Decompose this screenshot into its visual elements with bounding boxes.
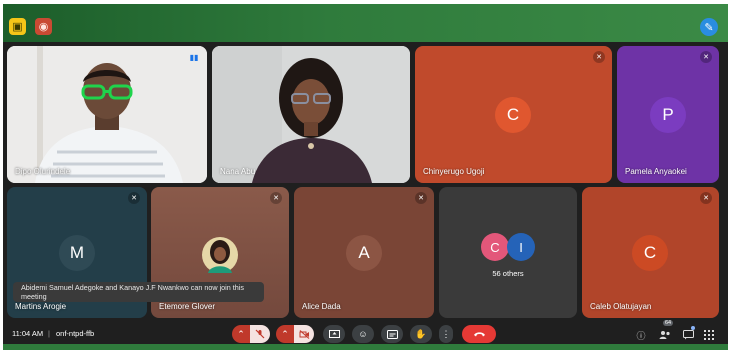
others-count-label: 56 others <box>492 269 524 278</box>
mic-muted-icon: ✕ <box>700 51 712 63</box>
bottom-border <box>3 344 728 350</box>
people-glyph <box>659 331 670 339</box>
reactions-button[interactable]: ☺ <box>352 325 374 343</box>
avatar: A <box>346 235 382 271</box>
edit-pen-icon[interactable]: ✎ <box>700 18 718 36</box>
participant-name: Etemore Glover <box>159 302 216 311</box>
top-bar <box>3 4 728 42</box>
people-count-badge: 64 <box>663 320 674 326</box>
meeting-window: ▣ ◉ ✎ Dipo Olurindele ▮▮ Nana Abu C ✕ Ch… <box>3 4 728 350</box>
chat-unread-dot <box>691 326 695 330</box>
captions-button[interactable] <box>381 325 403 343</box>
avatar: C <box>632 235 668 271</box>
activities-icon[interactable] <box>703 329 715 341</box>
raise-hand-button[interactable]: ✋ <box>410 325 432 343</box>
video-options-button[interactable]: ⌃ <box>276 325 294 343</box>
participant-tile-chinyerugo[interactable]: C ✕ Chinyerugo Ugoji <box>415 46 612 183</box>
chat-icon[interactable] <box>682 329 694 341</box>
mic-off-icon <box>255 329 265 339</box>
meeting-time: 11:04 AM <box>12 329 44 338</box>
participant-name: Chinyerugo Ugoji <box>423 167 485 176</box>
leave-call-button[interactable] <box>462 325 496 343</box>
mic-muted-icon: ✕ <box>593 51 605 63</box>
mic-off-button[interactable] <box>250 325 270 343</box>
participant-video <box>7 46 207 183</box>
present-screen-button[interactable] <box>323 325 345 343</box>
participant-tile-nana[interactable]: Nana Abu <box>212 46 410 183</box>
captions-icon <box>386 329 398 339</box>
avatar: C <box>481 233 509 261</box>
camera-off-icon <box>299 329 309 339</box>
mic-muted-icon: ✕ <box>270 192 282 204</box>
meeting-info-icon[interactable]: ⓘ <box>635 329 647 341</box>
control-bar: 11:04 AM | onf-ntpd-ffb ⌃ ⌃ ☺ ✋ ⋮ ⓘ 64 <box>3 320 728 345</box>
more-options-button[interactable]: ⋮ <box>439 325 453 343</box>
chat-glyph <box>682 330 694 340</box>
join-notification: Abidemi Samuel Adegoke and Kanayo J.F Nw… <box>13 282 264 302</box>
mic-muted-icon: ✕ <box>128 192 140 204</box>
participant-name: Dipo Olurindele <box>15 167 71 176</box>
avatar: M <box>59 235 95 271</box>
speaking-indicator-icon: ▮▮ <box>189 52 199 62</box>
participant-name: Nana Abu <box>220 167 256 176</box>
participant-name: Alice Dada <box>302 302 341 311</box>
avatar: I <box>507 233 535 261</box>
record-icon[interactable]: ◉ <box>35 18 52 35</box>
participant-tile-pamela[interactable]: P ✕ Pamela Anyaokei <box>617 46 719 183</box>
people-icon[interactable] <box>659 329 671 341</box>
participant-name: Caleb Olatujayan <box>590 302 652 311</box>
participant-tile-caleb[interactable]: C ✕ Caleb Olatujayan <box>582 187 719 318</box>
emoji-icon: ☺ <box>358 329 368 339</box>
participant-tile-others[interactable]: C I 56 others <box>439 187 577 318</box>
participant-name: Pamela Anyaokei <box>625 167 687 176</box>
participant-video <box>212 46 410 183</box>
mic-muted-icon: ✕ <box>415 192 427 204</box>
avatar: C <box>495 97 531 133</box>
participant-tile-dipo[interactable]: Dipo Olurindele ▮▮ <box>7 46 207 183</box>
avatar: P <box>650 97 686 133</box>
present-icon <box>328 329 340 338</box>
avatar <box>202 237 238 273</box>
end-call-icon <box>473 332 485 337</box>
chat-folder-icon[interactable]: ▣ <box>9 18 26 35</box>
hand-icon: ✋ <box>415 328 427 339</box>
audio-options-button[interactable]: ⌃ <box>232 325 250 343</box>
meeting-code: onf-ntpd-ffb <box>56 329 95 338</box>
participant-tile-alice[interactable]: A ✕ Alice Dada <box>294 187 434 318</box>
notification-text: Abidemi Samuel Adegoke and Kanayo J.F Nw… <box>21 283 244 301</box>
meta-separator: | <box>48 329 50 338</box>
camera-off-button[interactable] <box>294 325 314 343</box>
participant-name: Martins Arogie <box>15 302 67 311</box>
grid-glyph <box>704 330 714 340</box>
more-vert-icon: ⋮ <box>441 328 451 339</box>
mic-muted-icon: ✕ <box>700 192 712 204</box>
